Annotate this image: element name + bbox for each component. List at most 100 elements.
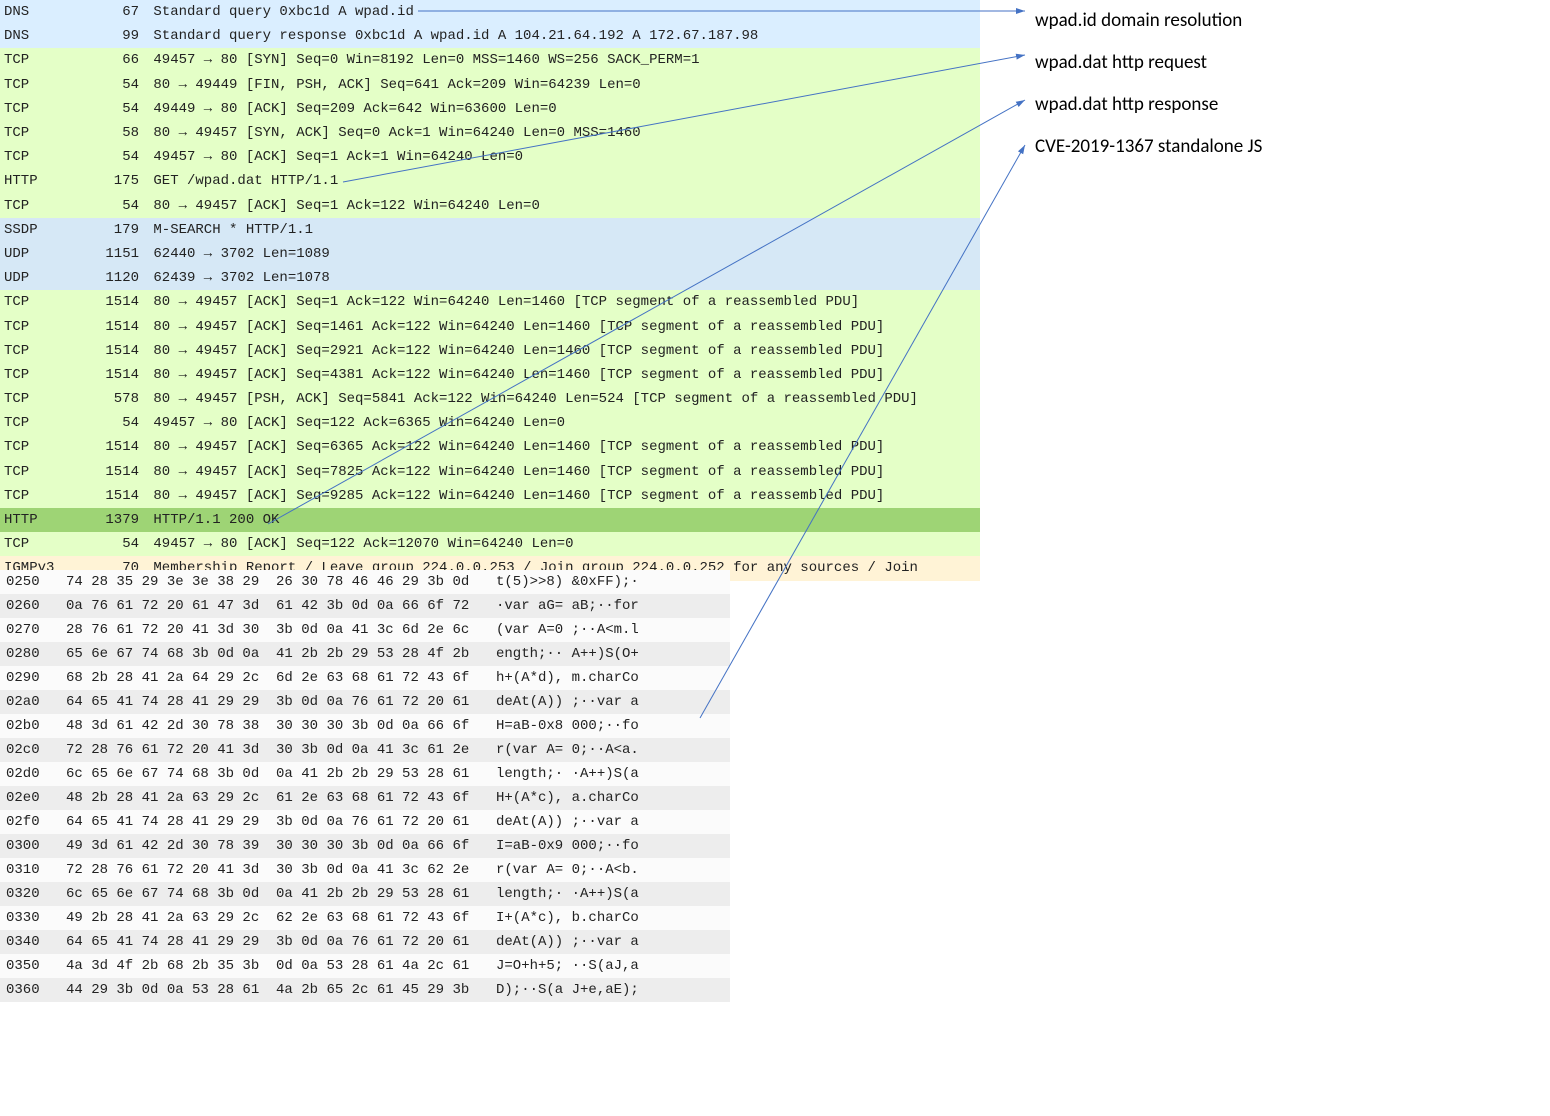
packet-row[interactable]: TCP1514 80 → 49457 [ACK] Seq=9285 Ack=12… (0, 484, 980, 508)
packet-row[interactable]: TCP1514 80 → 49457 [ACK] Seq=7825 Ack=12… (0, 460, 980, 484)
info: Standard query 0xbc1d A wpad.id (145, 4, 980, 20)
packet-row[interactable]: TCP66 49457 → 80 [SYN] Seq=0 Win=8192 Le… (0, 48, 980, 72)
info: 80 → 49457 [ACK] Seq=1 Ack=122 Win=64240… (145, 198, 980, 214)
packet-row[interactable]: TCP1514 80 → 49457 [ACK] Seq=1461 Ack=12… (0, 314, 980, 338)
hex-row: 02d06c 65 6e 67 74 68 3b 0d 0a 41 2b 2b … (0, 762, 730, 786)
info: 49457 → 80 [ACK] Seq=122 Ack=6365 Win=64… (145, 415, 980, 431)
protocol: TCP (0, 319, 74, 335)
hex-ascii: I+(A*c), b.charCo (496, 910, 726, 926)
hex-ascii: length;· ·A++)S(a (496, 886, 726, 902)
info: 62439 → 3702 Len=1078 (145, 270, 980, 286)
info: 80 → 49457 [ACK] Seq=9285 Ack=122 Win=64… (145, 488, 980, 504)
length: 1514 (74, 488, 145, 504)
hex-ascii: D);··S(a J+e,aE); (496, 982, 726, 998)
length: 54 (74, 77, 145, 93)
packet-row[interactable]: HTTP175 GET /wpad.dat HTTP/1.1 (0, 169, 980, 193)
protocol: HTTP (0, 173, 74, 189)
info: 80 → 49457 [SYN, ACK] Seq=0 Ack=1 Win=64… (145, 125, 980, 141)
protocol: HTTP (0, 512, 74, 528)
hex-offset: 0300 (0, 838, 66, 854)
packet-row[interactable]: TCP578 80 → 49457 [PSH, ACK] Seq=5841 Ac… (0, 387, 980, 411)
hex-row: 03206c 65 6e 67 74 68 3b 0d 0a 41 2b 2b … (0, 882, 730, 906)
packet-row[interactable]: TCP1514 80 → 49457 [ACK] Seq=2921 Ack=12… (0, 339, 980, 363)
packet-row[interactable]: TCP1514 80 → 49457 [ACK] Seq=6365 Ack=12… (0, 435, 980, 459)
protocol: SSDP (0, 222, 74, 238)
annotation-label: wpad.id domain resolution (1035, 0, 1535, 40)
hex-bytes: 68 2b 28 41 2a 64 29 2c 6d 2e 63 68 61 7… (66, 670, 496, 686)
protocol: TCP (0, 198, 74, 214)
hex-offset: 02b0 (0, 718, 66, 734)
hex-ascii: t(5)>>8) &0xFF);· (496, 574, 726, 590)
hex-offset: 0310 (0, 862, 66, 878)
packet-row[interactable]: TCP54 80 → 49457 [ACK] Seq=1 Ack=122 Win… (0, 194, 980, 218)
packet-row[interactable]: HTTP1379 HTTP/1.1 200 OK (0, 508, 980, 532)
packet-row[interactable]: DNS99 Standard query response 0xbc1d A w… (0, 24, 980, 48)
packet-row[interactable]: TCP54 49449 → 80 [ACK] Seq=209 Ack=642 W… (0, 97, 980, 121)
length: 1514 (74, 343, 145, 359)
packet-row[interactable]: TCP54 80 → 49449 [FIN, PSH, ACK] Seq=641… (0, 73, 980, 97)
hex-ascii: (var A=0 ;··A<m.l (496, 622, 726, 638)
packet-list[interactable]: DNS67 Standard query 0xbc1d A wpad.idDNS… (0, 0, 980, 581)
annotation-label: CVE-2019-1367 standalone JS (1035, 126, 1535, 166)
length: 54 (74, 149, 145, 165)
hex-offset: 02d0 (0, 766, 66, 782)
hex-ascii: I=aB-0x9 000;··fo (496, 838, 726, 854)
hex-row: 02e048 2b 28 41 2a 63 29 2c 61 2e 63 68 … (0, 786, 730, 810)
hex-ascii: ength;·· A++)S(O+ (496, 646, 726, 662)
length: 58 (74, 125, 145, 141)
length: 67 (74, 4, 145, 20)
length: 54 (74, 198, 145, 214)
hex-row: 031072 28 76 61 72 20 41 3d 30 3b 0d 0a … (0, 858, 730, 882)
hex-ascii: r(var A= 0;··A<a. (496, 742, 726, 758)
packet-row[interactable]: UDP1151 62440 → 3702 Len=1089 (0, 242, 980, 266)
hex-offset: 0330 (0, 910, 66, 926)
hex-row: 02c072 28 76 61 72 20 41 3d 30 3b 0d 0a … (0, 738, 730, 762)
packet-row[interactable]: TCP54 49457 → 80 [ACK] Seq=1 Ack=1 Win=6… (0, 145, 980, 169)
length: 54 (74, 101, 145, 117)
packet-row[interactable]: TCP1514 80 → 49457 [ACK] Seq=4381 Ack=12… (0, 363, 980, 387)
protocol: TCP (0, 464, 74, 480)
hex-bytes: 28 76 61 72 20 41 3d 30 3b 0d 0a 41 3c 6… (66, 622, 496, 638)
packet-row[interactable]: TCP54 49457 → 80 [ACK] Seq=122 Ack=6365 … (0, 411, 980, 435)
length: 54 (74, 536, 145, 552)
length: 99 (74, 28, 145, 44)
length: 1151 (74, 246, 145, 262)
protocol: UDP (0, 270, 74, 286)
packet-row[interactable]: UDP1120 62439 → 3702 Len=1078 (0, 266, 980, 290)
hex-offset: 0290 (0, 670, 66, 686)
protocol: TCP (0, 415, 74, 431)
hex-bytes: 72 28 76 61 72 20 41 3d 30 3b 0d 0a 41 3… (66, 742, 496, 758)
packet-row[interactable]: SSDP179 M-SEARCH * HTTP/1.1 (0, 218, 980, 242)
hex-bytes: 48 2b 28 41 2a 63 29 2c 61 2e 63 68 61 7… (66, 790, 496, 806)
info: HTTP/1.1 200 OK (145, 512, 980, 528)
hex-offset: 02c0 (0, 742, 66, 758)
info: 49457 → 80 [ACK] Seq=1 Ack=1 Win=64240 L… (145, 149, 980, 165)
packet-row[interactable]: DNS67 Standard query 0xbc1d A wpad.id (0, 0, 980, 24)
hex-offset: 0360 (0, 982, 66, 998)
hex-bytes: 64 65 41 74 28 41 29 29 3b 0d 0a 76 61 7… (66, 694, 496, 710)
info: 80 → 49457 [ACK] Seq=7825 Ack=122 Win=64… (145, 464, 980, 480)
hex-row: 030049 3d 61 42 2d 30 78 39 30 30 30 3b … (0, 834, 730, 858)
length: 175 (74, 173, 145, 189)
length: 1514 (74, 464, 145, 480)
length: 1514 (74, 367, 145, 383)
hex-row: 027028 76 61 72 20 41 3d 30 3b 0d 0a 41 … (0, 618, 730, 642)
protocol: TCP (0, 294, 74, 310)
hex-ascii: J=O+h+5; ··S(aJ,a (496, 958, 726, 974)
packet-row[interactable]: TCP1514 80 → 49457 [ACK] Seq=1 Ack=122 W… (0, 290, 980, 314)
hex-row: 02b048 3d 61 42 2d 30 78 38 30 30 30 3b … (0, 714, 730, 738)
hex-offset: 0250 (0, 574, 66, 590)
hex-bytes: 6c 65 6e 67 74 68 3b 0d 0a 41 2b 2b 29 5… (66, 886, 496, 902)
protocol: TCP (0, 52, 74, 68)
length: 179 (74, 222, 145, 238)
packet-row[interactable]: TCP58 80 → 49457 [SYN, ACK] Seq=0 Ack=1 … (0, 121, 980, 145)
annotation-label: wpad.dat http response (1035, 84, 1535, 124)
packet-row[interactable]: TCP54 49457 → 80 [ACK] Seq=122 Ack=12070… (0, 532, 980, 556)
info: 80 → 49457 [ACK] Seq=6365 Ack=122 Win=64… (145, 439, 980, 455)
hex-offset: 0270 (0, 622, 66, 638)
length: 578 (74, 391, 145, 407)
hex-offset: 0260 (0, 598, 66, 614)
hex-bytes: 6c 65 6e 67 74 68 3b 0d 0a 41 2b 2b 29 5… (66, 766, 496, 782)
hex-row: 036044 29 3b 0d 0a 53 28 61 4a 2b 65 2c … (0, 978, 730, 1002)
info: 49457 → 80 [SYN] Seq=0 Win=8192 Len=0 MS… (145, 52, 980, 68)
